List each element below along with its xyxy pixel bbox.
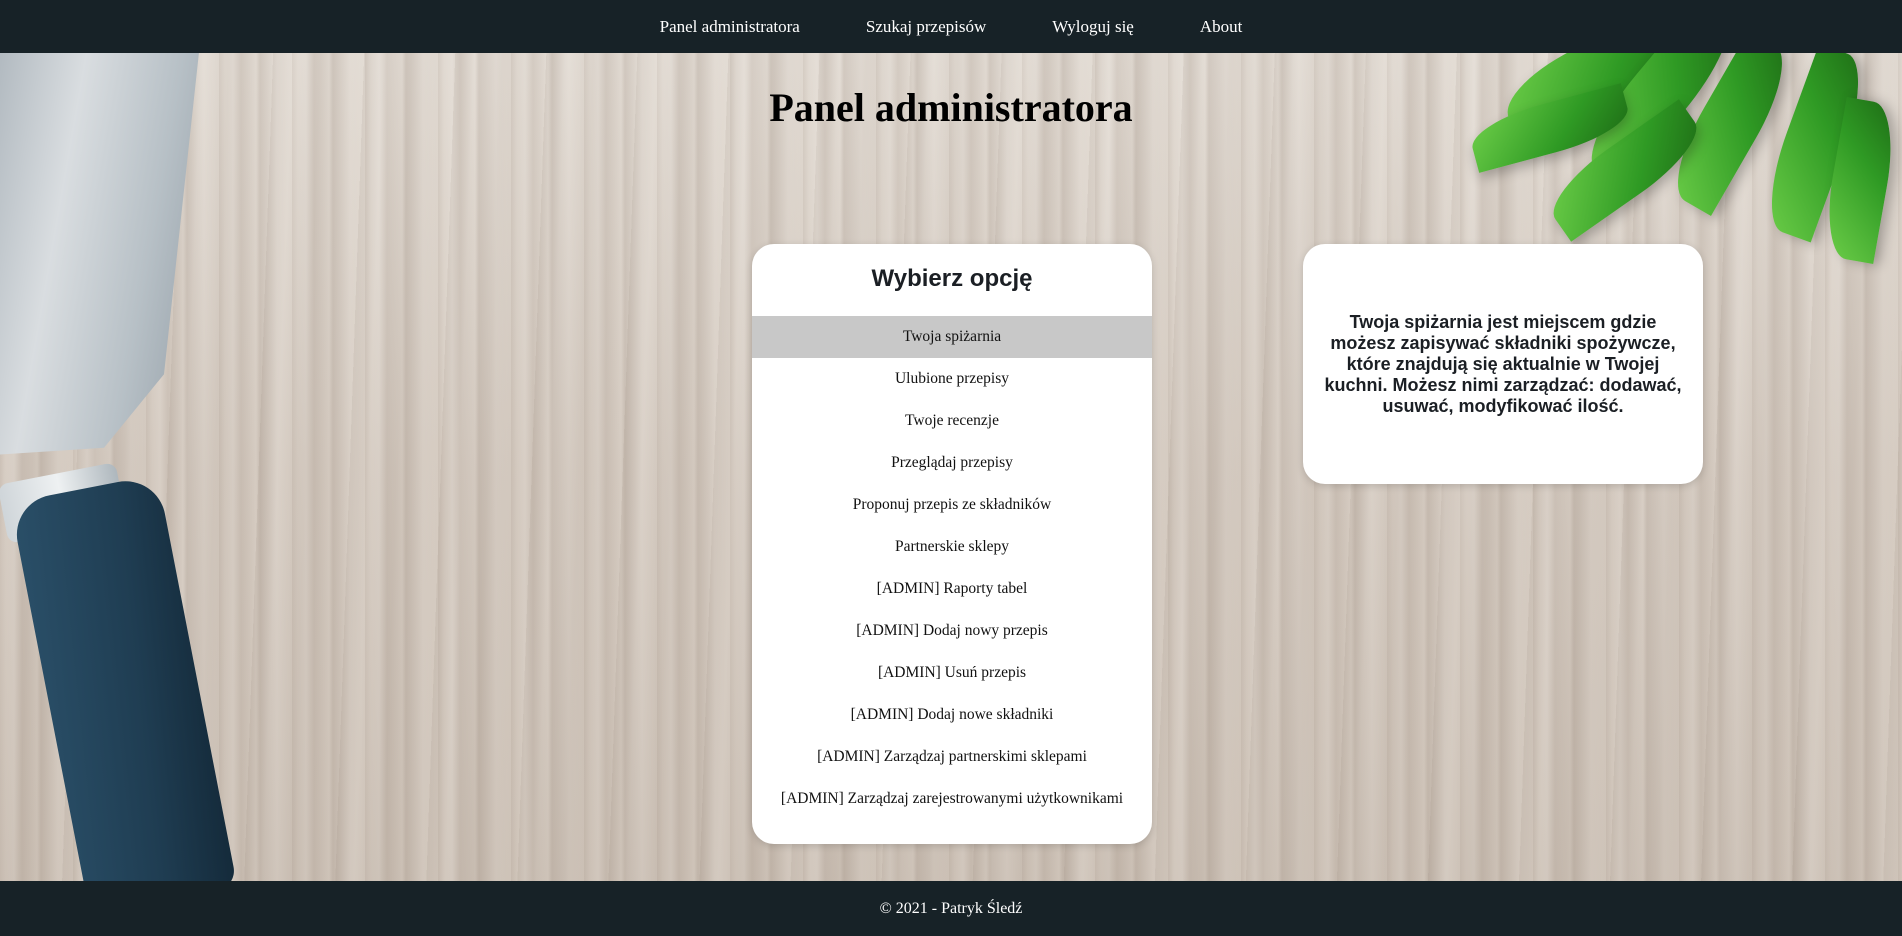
menu-item-favorite-recipes[interactable]: Ulubione przepisy [752,358,1152,400]
menu-item-your-reviews[interactable]: Twoje recenzje [752,400,1152,442]
info-card: Twoja spiżarnia jest miejscem gdzie może… [1303,244,1703,484]
menu-item-admin-add-recipe[interactable]: [ADMIN] Dodaj nowy przepis [752,610,1152,652]
menu-item-admin-add-ingredients[interactable]: [ADMIN] Dodaj nowe składniki [752,694,1152,736]
menu-item-admin-delete-recipe[interactable]: [ADMIN] Usuń przepis [752,652,1152,694]
nav-link-logout[interactable]: Wyloguj się [1052,17,1134,37]
menu-item-admin-manage-shops[interactable]: [ADMIN] Zarządzaj partnerskimi sklepami [752,736,1152,778]
menu-heading: Wybierz opcję [871,265,1033,292]
nav-link-admin-panel[interactable]: Panel administratora [660,17,800,37]
knife-handle-decoration [10,474,238,881]
info-description: Twoja spiżarnia jest miejscem gdzie może… [1324,311,1682,416]
menu-item-suggest-recipe[interactable]: Proponuj przepis ze składników [752,484,1152,526]
page-title: Panel administratora [769,85,1133,130]
menu-item-partner-shops[interactable]: Partnerskie sklepy [752,526,1152,568]
menu-item-browse-recipes[interactable]: Przeglądaj przepisy [752,442,1152,484]
footer-copyright: © 2021 - Patryk Śledź [879,899,1023,917]
menu-item-admin-reports[interactable]: [ADMIN] Raporty tabel [752,568,1152,610]
top-navbar: Panel administratora Szukaj przepisów Wy… [0,0,1902,53]
options-menu-card: Wybierz opcję Twoja spiżarnia Ulubione p… [752,244,1152,844]
nav-link-about[interactable]: About [1200,17,1243,37]
nav-link-search-recipes[interactable]: Szukaj przepisów [866,17,986,37]
menu-item-admin-manage-users[interactable]: [ADMIN] Zarządzaj zarejestrowanymi użytk… [752,778,1152,820]
footer: © 2021 - Patryk Śledź [0,881,1902,936]
menu-item-pantry[interactable]: Twoja spiżarnia [752,316,1152,358]
